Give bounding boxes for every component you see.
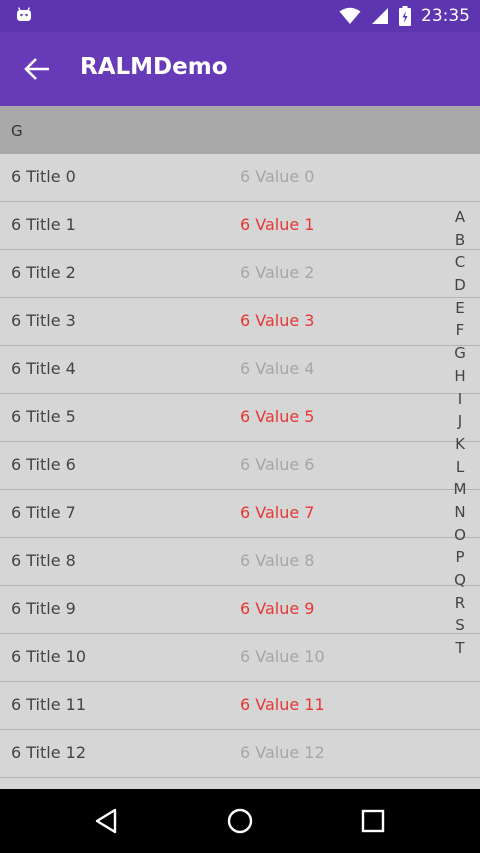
list-item[interactable]: 6 Title 12 6 Value 12: [0, 730, 480, 778]
section-header-label: G: [11, 122, 23, 140]
back-arrow-icon[interactable]: [24, 57, 50, 81]
list-item[interactable]: 6 Title 1 6 Value 1: [0, 202, 480, 250]
item-value: 6 Value 2: [240, 263, 315, 282]
list-item[interactable]: 6 Title 8 6 Value 8: [0, 538, 480, 586]
item-value: 6 Value 12: [240, 743, 325, 762]
item-value: 6 Value 5: [240, 407, 315, 426]
nav-home-icon[interactable]: [226, 807, 254, 835]
item-value: 6 Value 6: [240, 455, 315, 474]
wifi-icon: [339, 7, 361, 24]
item-title: 6 Title 0: [11, 167, 76, 186]
index-letter[interactable]: R: [455, 592, 465, 615]
list-item[interactable]: 6 Title 10 6 Value 10: [0, 634, 480, 682]
index-letter[interactable]: M: [454, 478, 467, 501]
index-letter[interactable]: D: [454, 274, 466, 297]
item-title: 6 Title 2: [11, 263, 76, 282]
item-title: 6 Title 5: [11, 407, 76, 426]
index-letter[interactable]: K: [455, 433, 465, 456]
item-value: 6 Value 7: [240, 503, 315, 522]
list-item[interactable]: 6 Title 6 6 Value 6: [0, 442, 480, 490]
item-title: 6 Title 8: [11, 551, 76, 570]
item-title: 6 Title 4: [11, 359, 76, 378]
list-item[interactable]: 6 Title 5 6 Value 5: [0, 394, 480, 442]
list-item[interactable]: 6 Title 7 6 Value 7: [0, 490, 480, 538]
item-value: 6 Value 9: [240, 599, 315, 618]
list-item[interactable]: 6 Title 4 6 Value 4: [0, 346, 480, 394]
item-title: 6 Title 6: [11, 455, 76, 474]
list-item[interactable]: 6 Title 2 6 Value 2: [0, 250, 480, 298]
list-item[interactable]: 6 Title 9 6 Value 9: [0, 586, 480, 634]
item-value: 6 Value 3: [240, 311, 315, 330]
index-letter[interactable]: J: [458, 410, 462, 433]
item-value: 6 Value 11: [240, 695, 325, 714]
index-letter[interactable]: Q: [454, 569, 466, 592]
status-bar: 23:35: [0, 0, 480, 32]
item-title: 6 Title 7: [11, 503, 76, 522]
signal-icon: [372, 8, 388, 24]
item-title: 6 Title 3: [11, 311, 76, 330]
list-item[interactable]: 6 Title 11 6 Value 11: [0, 682, 480, 730]
item-title: 6 Title 11: [11, 695, 86, 714]
index-letter[interactable]: T: [455, 637, 464, 660]
item-title: 6 Title 1: [11, 215, 76, 234]
index-letter[interactable]: E: [455, 297, 464, 320]
index-letter[interactable]: O: [454, 524, 466, 547]
nav-back-icon[interactable]: [93, 807, 121, 835]
system-nav-bar: [0, 789, 480, 853]
index-letter[interactable]: L: [456, 456, 464, 479]
status-clock: 23:35: [421, 6, 470, 26]
index-letter[interactable]: G: [454, 342, 466, 365]
index-letter[interactable]: A: [455, 206, 465, 229]
list-item[interactable]: 6 Title 3 6 Value 3: [0, 298, 480, 346]
app-toolbar: RALMDemo: [0, 32, 480, 106]
index-letter[interactable]: N: [454, 501, 465, 524]
index-letter[interactable]: C: [455, 251, 465, 274]
battery-icon: [399, 6, 411, 26]
item-title: 6 Title 9: [11, 599, 76, 618]
list-rows: 6 Title 0 6 Value 0 6 Title 1 6 Value 1 6 …: [0, 154, 480, 778]
item-value: 6 Value 8: [240, 551, 315, 570]
list-item[interactable]: 6 Title 0 6 Value 0: [0, 154, 480, 202]
nav-recents-icon[interactable]: [359, 807, 387, 835]
index-letter[interactable]: S: [455, 614, 465, 637]
toolbar-title: RALMDemo: [80, 54, 228, 80]
section-index[interactable]: A B C D E F G H I J K L M N O P Q R S T: [445, 206, 475, 660]
index-letter[interactable]: H: [454, 365, 465, 388]
android-notification-icon: [17, 7, 31, 21]
item-value: 6 Value 1: [240, 215, 315, 234]
index-letter[interactable]: I: [458, 388, 462, 411]
item-value: 6 Value 0: [240, 167, 315, 186]
index-letter[interactable]: P: [455, 546, 464, 569]
section-header: G: [0, 106, 480, 154]
index-letter[interactable]: F: [456, 319, 465, 342]
item-title: 6 Title 12: [11, 743, 86, 762]
index-letter[interactable]: B: [455, 229, 465, 252]
item-value: 6 Value 10: [240, 647, 325, 666]
item-title: 6 Title 10: [11, 647, 86, 666]
item-value: 6 Value 4: [240, 359, 315, 378]
grouped-list[interactable]: G 6 Title 0 6 Value 0 6 Title 1 6 Value 1 …: [0, 106, 480, 789]
